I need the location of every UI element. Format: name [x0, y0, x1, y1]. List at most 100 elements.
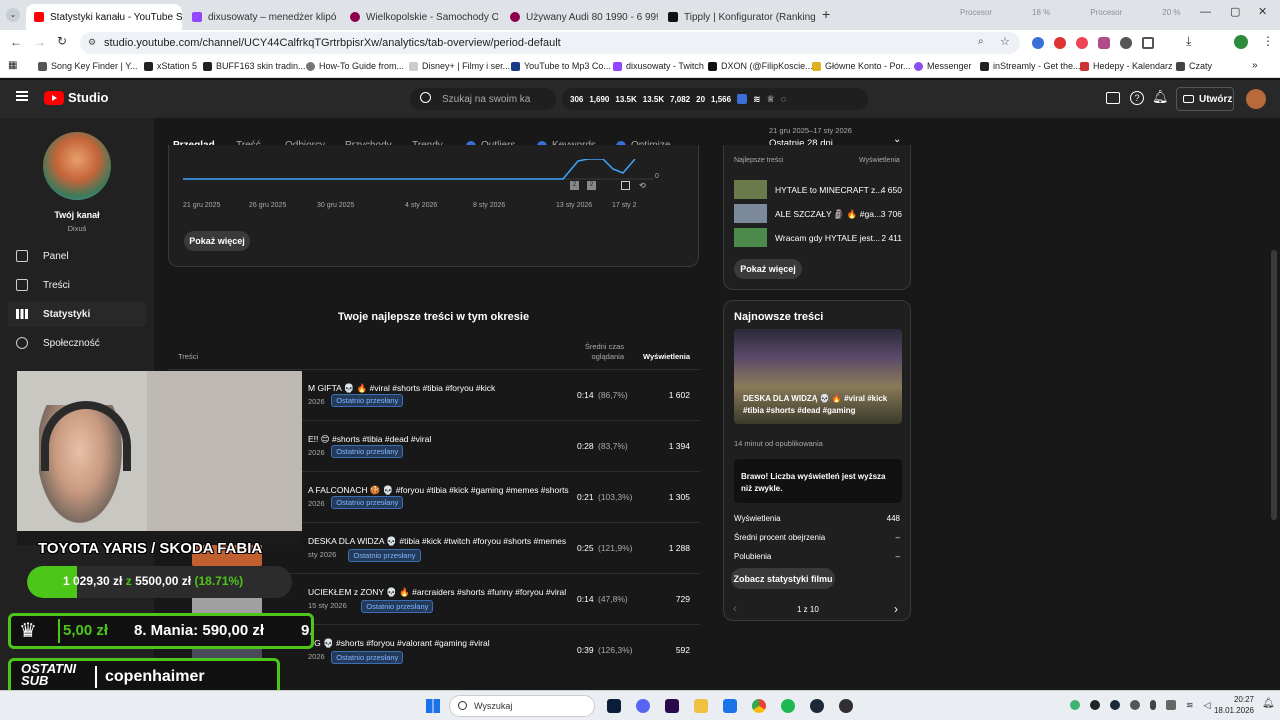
file-explorer-icon[interactable] [694, 699, 708, 713]
bookmark-how-to-guide[interactable]: How-To Guide from... [306, 61, 404, 71]
play-icon[interactable] [621, 181, 630, 190]
forward-arrow-icon[interactable]: → [34, 35, 46, 49]
bookmark-x-dxon[interactable]: DXON (@FilipKoscie... [708, 61, 813, 71]
view-video-stats-button[interactable]: Zobacz statystyki filmu [731, 568, 835, 589]
more-bookmarks-icon[interactable]: » [1252, 60, 1258, 71]
bookmark-buff163[interactable]: BUFF163 skin tradin... [203, 61, 306, 71]
sidebar-item-community[interactable]: Społeczność [8, 330, 146, 356]
top-video-item[interactable]: HYTALE to MINECRAFT z... 4 650 [734, 180, 902, 200]
pager-next-icon[interactable]: › [894, 602, 898, 616]
spotify-icon[interactable] [781, 699, 795, 713]
clock[interactable]: 20:27 18.01.2026 [1210, 694, 1254, 716]
chat-bubble-icon[interactable]: ◌ [781, 94, 786, 104]
extension-badge-icon[interactable] [737, 94, 748, 104]
video-title[interactable]: M GIFTA 💀 🔥 #viral #shorts #tibia #foryo… [308, 383, 495, 394]
tray-app-icon[interactable] [1070, 700, 1080, 710]
bookmark-star-icon[interactable]: ☆ [1000, 35, 1010, 48]
photoshop-icon[interactable] [607, 699, 621, 713]
microphone-icon[interactable] [1150, 700, 1156, 710]
bookmark-messenger[interactable]: Messenger [914, 61, 972, 71]
extension-icon[interactable] [1098, 37, 1110, 49]
wifi-icon[interactable]: ≋ [1186, 700, 1194, 711]
create-button[interactable]: Utwórz [1176, 87, 1234, 111]
latest-video-thumbnail[interactable]: DESKA DLA WIDZĄ 💀 🔥 #viral #kick #tibia … [734, 329, 902, 424]
browser-menu-icon[interactable]: ⋮ [1262, 34, 1274, 48]
bookmark-song-key-finder[interactable]: Song Key Finder | Y... [38, 61, 138, 71]
video-title[interactable]: DESKA DLA WIDZA 💀 #tibia #kick #twitch #… [308, 536, 566, 547]
bookmark-glowne-konto[interactable]: Główne Konto - Por... [812, 61, 911, 71]
extension-icon[interactable] [1032, 37, 1044, 49]
video-title[interactable]: NG 💀 #shorts #foryou #valorant #gaming #… [308, 638, 490, 649]
tray-app-icon[interactable] [1090, 700, 1100, 710]
checkmark-app-icon[interactable] [723, 699, 737, 713]
bookmark-xstation[interactable]: xStation 5 [144, 61, 197, 71]
sidebar-item-content[interactable]: Treści [8, 272, 146, 298]
studio-logo[interactable]: Studio [44, 90, 108, 105]
show-more-button[interactable]: Pokaż więcej [184, 231, 250, 251]
studio-search-input[interactable]: Szukaj na swoim ka [410, 88, 556, 110]
share-icon[interactable]: ⟲ [639, 181, 646, 190]
top-video-item[interactable]: Wracam gdy HYTALE jest... 2 411 [734, 228, 902, 248]
windows-start-icon[interactable] [426, 699, 440, 713]
tab-twitch-clips[interactable]: dixusowaty – menedżer klipów ✕ [184, 4, 336, 30]
minimize-window-button[interactable]: — [1200, 6, 1211, 18]
chart-control-icon[interactable]: 2 [570, 181, 579, 190]
apps-grid-icon[interactable]: ▦ [8, 60, 17, 71]
extensions-puzzle-icon[interactable] [1142, 37, 1154, 49]
help-icon[interactable]: ? [1130, 91, 1144, 105]
notifications-bell-icon[interactable]: 🔔︎ [1152, 89, 1169, 105]
site-info-icon[interactable]: ⚙ [88, 37, 96, 48]
tray-app-icon[interactable] [1110, 700, 1120, 710]
extension-icon[interactable] [1076, 37, 1088, 49]
premiere-icon[interactable] [665, 699, 679, 713]
profile-avatar[interactable] [1234, 35, 1248, 49]
tab-otomoto-wielkopolskie[interactable]: Wielkopolskie - Samochody O ✕ [342, 4, 498, 30]
top-video-item[interactable]: ALE SZCZAŁY 🗿 🔥 #ga... 3 706 [734, 204, 902, 224]
captions-icon[interactable] [1106, 92, 1120, 104]
bookmark-instreamly[interactable]: inStreamly - Get the... [980, 61, 1081, 71]
tray-app-icon[interactable] [1130, 700, 1140, 710]
extension-icon[interactable] [1120, 37, 1132, 49]
tray-app-icon[interactable] [1166, 700, 1176, 710]
steam-icon[interactable] [810, 699, 824, 713]
video-title[interactable]: UCIEKŁEM z ZONY 💀 🔥 #arcraiders #shorts … [308, 587, 566, 598]
page-scrollbar[interactable] [1271, 250, 1277, 520]
channel-avatar[interactable] [43, 132, 111, 200]
back-arrow-icon[interactable]: ← [10, 35, 22, 49]
close-window-button[interactable]: ✕ [1258, 5, 1267, 18]
discord-icon[interactable] [636, 699, 650, 713]
sidebar-item-analytics[interactable]: Statystyki [8, 301, 146, 327]
trend-icon[interactable]: ≋ [753, 94, 761, 105]
account-avatar[interactable] [1246, 89, 1266, 109]
bookmark-hedepy[interactable]: Hedepy - Kalendarz [1080, 61, 1173, 71]
col-header-avg-view[interactable]: Średni czas oglądania [578, 342, 624, 362]
trophy-icon[interactable]: ♕ [767, 94, 775, 105]
notification-bell-icon[interactable]: 🔔︎ [1262, 698, 1275, 709]
reload-icon[interactable]: ↻ [57, 34, 67, 48]
download-icon[interactable]: ⤓ [1186, 34, 1191, 49]
bookmark-czaty[interactable]: Czaty [1176, 61, 1212, 71]
hamburger-menu-icon[interactable] [16, 91, 28, 101]
video-title[interactable]: A FALCONACH 🍪 💀 #foryou #tibia #kick #ga… [308, 485, 569, 496]
sidebar-item-panel[interactable]: Panel [8, 243, 146, 269]
new-tab-button[interactable]: + [822, 6, 830, 22]
zoom-icon[interactable]: ⌕ [978, 36, 984, 47]
tab-menu-button[interactable]: ⌄ [6, 8, 20, 22]
url-field[interactable]: ⚙ studio.youtube.com/channel/UCY44Calfrk… [80, 32, 1020, 54]
taskbar-search-input[interactable]: Wyszukaj [449, 695, 595, 717]
chrome-icon[interactable] [752, 699, 766, 713]
tab-tipply[interactable]: Tipply | Konfigurator (Ranking ✕ [660, 4, 816, 30]
video-title[interactable]: E!! 😊 #shorts #tibia #dead #viral [308, 434, 431, 445]
tab-youtube-studio[interactable]: Statystyki kanału - YouTube St ✕ [26, 4, 182, 30]
extension-icon[interactable] [1054, 37, 1066, 49]
bookmark-twitch[interactable]: dixusowaty - Twitch [613, 61, 704, 71]
bookmark-youtube-mp3[interactable]: YouTube to Mp3 Co... [511, 61, 611, 71]
obs-icon[interactable] [839, 699, 853, 713]
chart-control-icon[interactable]: 2 [587, 181, 596, 190]
maximize-window-button[interactable]: ▢ [1230, 5, 1240, 18]
pager-prev-icon[interactable]: ‹ [733, 603, 737, 615]
bookmark-disney[interactable]: Disney+ | Filmy i ser... [409, 61, 510, 71]
tab-otomoto-audi[interactable]: Używany Audi 80 1990 - 6 999 ✕ [502, 4, 658, 30]
col-header-views[interactable]: Wyświetlenia [640, 352, 690, 361]
show-more-top-button[interactable]: Pokaż więcej [734, 259, 802, 279]
